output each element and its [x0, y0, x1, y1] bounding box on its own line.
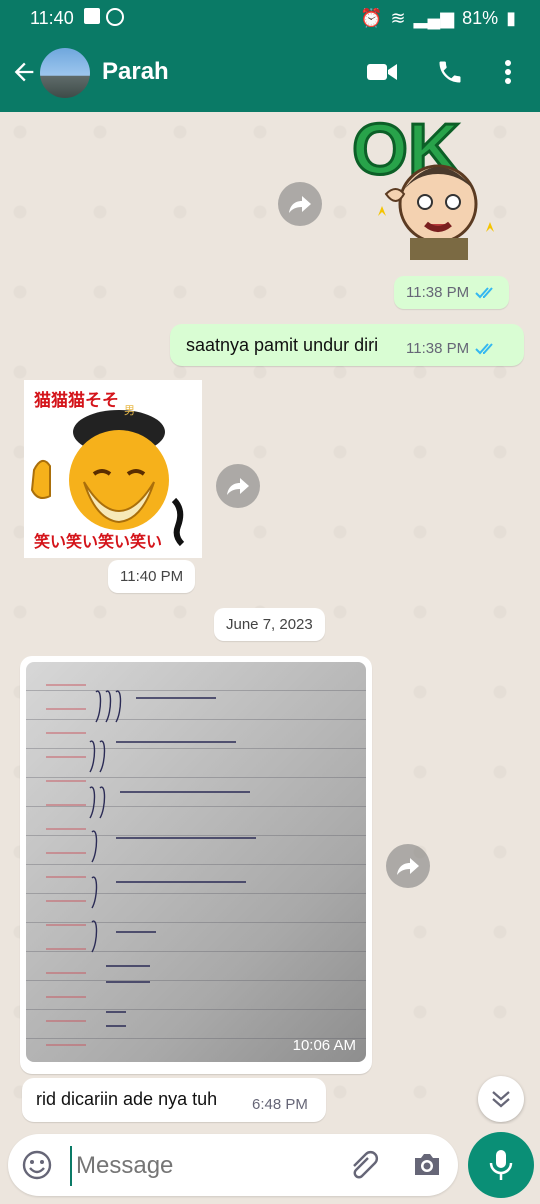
emoji-icon[interactable]: [22, 1150, 52, 1180]
message-time: 11:38 PM: [406, 284, 470, 301]
contact-name[interactable]: Parah: [102, 58, 169, 86]
sticker-face-art: [30, 410, 185, 547]
ok-sticker[interactable]: OK: [350, 112, 510, 262]
sticker-bottom-text: 笑い笑い笑い笑い: [34, 534, 163, 551]
message-time: 11:38 PM: [406, 340, 470, 357]
more-options-icon[interactable]: [498, 58, 518, 86]
forward-button[interactable]: [386, 844, 430, 888]
date-separator-label: June 7, 2023: [226, 616, 313, 633]
forward-button[interactable]: [216, 464, 260, 508]
battery-icon: ▮: [506, 8, 516, 28]
notebook-margin: [46, 662, 86, 1062]
forward-icon: [397, 858, 419, 875]
message-time: 6:48 PM: [252, 1096, 308, 1113]
video-call-icon[interactable]: [366, 58, 398, 86]
back-arrow-icon[interactable]: [10, 58, 38, 86]
handwritten-math: [89, 690, 256, 1027]
message-bubble-outgoing[interactable]: saatnya pamit undur diri 11:38 PM: [170, 324, 524, 366]
phone-call-icon[interactable]: [436, 58, 464, 86]
forward-button[interactable]: [278, 182, 322, 226]
wifi-icon: ≋: [390, 8, 406, 28]
alarm-icon: ⏰: [360, 8, 383, 28]
message-text: saatnya pamit undur diri: [186, 335, 379, 355]
contact-avatar[interactable]: [40, 48, 90, 98]
status-notification-icons: [84, 8, 124, 26]
double-chevron-down-icon: [492, 1091, 510, 1108]
message-bubble-image[interactable]: 10:06 AM: [20, 656, 372, 1074]
chat-header: Parah: [0, 36, 540, 112]
message-input[interactable]: [70, 1146, 338, 1186]
message-meta: 11:38 PM: [394, 276, 510, 309]
notebook-photo[interactable]: 10:06 AM: [26, 662, 366, 1062]
date-separator: June 7, 2023: [214, 608, 325, 641]
message-meta: 11:38 PM: [406, 340, 497, 357]
chat-area[interactable]: OK 11:38 PM saatnya pamit undur diri 11:…: [0, 112, 540, 1124]
message-input-container[interactable]: [8, 1134, 458, 1196]
emoji-sticker[interactable]: 猫猫猫そそ 男 笑い笑い笑い笑い: [24, 380, 202, 558]
read-receipt-icon: [475, 286, 493, 298]
status-bar: 11:40 ⏰ ≋ ▂▄▆ 81% ▮: [0, 0, 540, 36]
scroll-to-bottom-button[interactable]: [478, 1076, 524, 1122]
message-bubble-incoming[interactable]: rid dicariin ade nya tuh 6:48 PM: [22, 1078, 326, 1122]
camera-icon[interactable]: [412, 1150, 442, 1178]
dnd-icon: [106, 8, 124, 26]
status-right: ⏰ ≋ ▂▄▆ 81% ▮: [360, 8, 516, 29]
attach-icon[interactable]: [348, 1150, 380, 1180]
status-time: 11:40: [30, 8, 74, 28]
battery-level: 81%: [462, 8, 499, 28]
read-receipt-icon: [475, 342, 493, 354]
signal-icon: ▂▄▆: [413, 8, 455, 28]
forward-icon: [289, 196, 311, 213]
message-time-chip: 11:40 PM: [108, 560, 196, 593]
image-time: 10:06 AM: [292, 1037, 356, 1054]
sticker-hat-text: 男: [124, 405, 135, 417]
message-time: 11:40 PM: [120, 568, 184, 585]
message-text: rid dicariin ade nya tuh: [36, 1089, 218, 1109]
microphone-icon: [489, 1150, 513, 1180]
forward-icon: [227, 478, 249, 495]
composer-bar: [0, 1124, 540, 1204]
checkbox-notification-icon: [84, 8, 100, 24]
voice-message-button[interactable]: [468, 1132, 534, 1198]
